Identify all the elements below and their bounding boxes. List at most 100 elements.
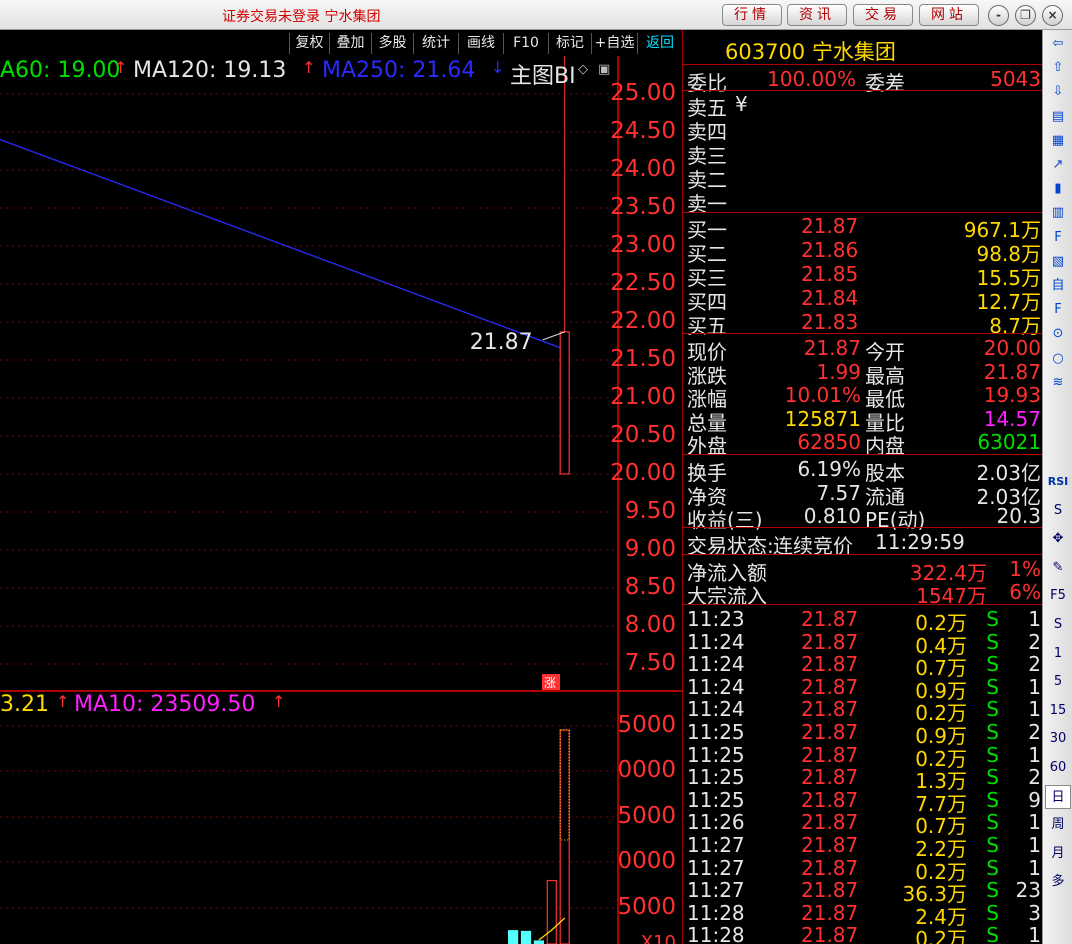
tick-price: 21.87	[801, 607, 859, 631]
tick-side: S	[986, 833, 999, 857]
flow-percent: 1%	[1009, 557, 1041, 581]
flow-row: 净流入额 322.4万 1%	[683, 557, 1043, 585]
stat-value: 125871	[784, 406, 861, 431]
chart-icon[interactable]: ⊙	[1045, 322, 1071, 346]
stat-value: 19.93	[983, 383, 1041, 407]
grid-icon[interactable]: ▦	[1045, 129, 1071, 153]
price-axis-label: 23.50	[610, 194, 676, 220]
arrow-down-icon[interactable]: ⇩	[1045, 80, 1071, 104]
side-tool-11[interactable]: 日	[1045, 784, 1071, 809]
tick-count: 1	[1028, 810, 1041, 835]
restore-rights-button[interactable]: 复权	[289, 33, 329, 54]
fundamental-value: 20.3	[996, 504, 1041, 528]
side-tool-12[interactable]: 周	[1045, 813, 1071, 837]
quote-button[interactable]: 行情	[722, 4, 782, 26]
tick-row: 11:25 21.87 0.9万 S 2	[683, 720, 1043, 748]
tick-row: 11:25 21.87 1.3万 S 2	[683, 765, 1043, 793]
price-axis-label: 24.00	[610, 156, 676, 182]
arrow-left-icon[interactable]: ⇦	[1045, 32, 1071, 56]
tick-time: 11:23	[687, 607, 745, 631]
minimize-icon[interactable]: -	[988, 5, 1009, 26]
flow-row: 大宗流入 1547万 6%	[683, 580, 1043, 608]
overlay-button[interactable]: 叠加	[329, 33, 371, 54]
f10-button[interactable]: F10	[503, 33, 548, 54]
tick-time: 11:25	[687, 742, 745, 767]
add-watchlist-button[interactable]: +自选	[591, 33, 637, 54]
fundamental-value: 7.57	[816, 480, 861, 505]
side-tool-8[interactable]: 15	[1045, 699, 1071, 723]
price-axis: 25.00 24.50 24.00 23.50 23.00 22.50 22.00 21.50…	[610, 56, 682, 690]
fundamental-value: 0.810	[803, 504, 861, 528]
settings-diamond-icon[interactable]: ◇	[578, 62, 588, 77]
side-tool-0[interactable]: RSI	[1045, 470, 1071, 494]
line-chart-icon[interactable]: ↗	[1045, 153, 1071, 177]
toggle-panel-icon[interactable]: ▣	[598, 62, 610, 77]
fund-icon[interactable]: F	[1045, 226, 1071, 250]
stat-value: 1.99	[816, 359, 861, 384]
price-axis-label: 22.50	[610, 270, 676, 296]
side-tool-2[interactable]: ✥	[1045, 527, 1071, 551]
kline-icon[interactable]: ▮	[1045, 177, 1071, 201]
website-button[interactable]: 网站	[919, 4, 979, 26]
limit-up-badge-text: 涨	[544, 675, 556, 690]
price-axis-label: 21.50	[610, 346, 676, 372]
multi-stock-button[interactable]: 多股	[371, 33, 413, 54]
close-icon[interactable]: ×	[1042, 5, 1063, 26]
volume-axis-label: 5000	[617, 803, 676, 829]
mark-button[interactable]: 标记	[548, 33, 591, 54]
circle-icon[interactable]: ○	[1045, 347, 1071, 371]
price-axis-label: 9.50	[624, 498, 676, 524]
news-button[interactable]: 资讯	[787, 4, 847, 26]
window-title: 证券交易未登录 宁水集团	[222, 9, 381, 25]
restore-icon[interactable]: ❐	[1015, 5, 1036, 26]
arrow-up-icon[interactable]: ⇧	[1045, 56, 1071, 80]
tick-time: 11:24	[687, 629, 745, 654]
side-tool-4[interactable]: F5	[1045, 584, 1071, 608]
tick-price: 21.87	[801, 810, 859, 835]
tick-price: 21.87	[801, 674, 859, 699]
side-tool-9[interactable]: 30	[1045, 727, 1071, 751]
side-tool-7[interactable]: 5	[1045, 670, 1071, 694]
tick-side: S	[986, 720, 999, 744]
tick-row: 11:27 21.87 2.2万 S 1	[683, 833, 1043, 861]
volume-chart[interactable]	[0, 690, 682, 944]
f10-info-icon[interactable]: ▤	[1045, 105, 1071, 129]
trade-button[interactable]: 交易	[853, 4, 913, 26]
side-tool-3[interactable]: ✎	[1045, 556, 1071, 580]
self-icon[interactable]: 自	[1045, 274, 1071, 298]
side-tool-10[interactable]: 60	[1045, 756, 1071, 780]
side-tool-13[interactable]: 月	[1045, 842, 1071, 866]
tick-count: 3	[1028, 900, 1041, 925]
sell-level-row: 卖一	[683, 188, 1043, 216]
statistics-button[interactable]: 统计	[413, 33, 458, 54]
wave-icon[interactable]: ≋	[1045, 371, 1071, 395]
stat-row: 总量 125871 量比 14.57	[683, 406, 1043, 435]
ma10-volume-label: MA10: 23509.50	[74, 692, 256, 717]
tick-price: 21.87	[801, 923, 859, 944]
list-icon[interactable]: ▥	[1045, 201, 1071, 225]
buy-level-label: 买五	[687, 314, 727, 338]
stock-title: 603700 宁水集团	[725, 40, 896, 64]
price-axis-label: 21.00	[610, 384, 676, 410]
tick-time: 11:25	[687, 765, 745, 790]
tick-row: 11:27 21.87 36.3万 S 23	[683, 878, 1043, 906]
draw-line-button[interactable]: 画线	[458, 33, 503, 54]
high-price-label: 21.87	[470, 330, 533, 355]
news-icon[interactable]: ▧	[1045, 250, 1071, 274]
tick-price: 21.87	[801, 878, 859, 903]
price-axis-label: 25.00	[610, 80, 676, 106]
kline-chart[interactable]: 21.8717.51涨	[0, 56, 620, 690]
side-tool-5[interactable]: S	[1045, 613, 1071, 637]
back-button[interactable]: 返回	[637, 33, 682, 54]
side-tool-14[interactable]: 多	[1045, 870, 1071, 894]
price-axis-label: 20.00	[610, 460, 676, 486]
stat-value: 10.01%	[784, 383, 861, 407]
side-tool-6[interactable]: 1	[1045, 642, 1071, 666]
side-tool-1[interactable]: S	[1045, 499, 1071, 523]
ma250-label: MA250: 21.64	[322, 58, 476, 83]
main-chart-label[interactable]: 主图BI	[510, 58, 576, 88]
fiz-icon[interactable]: F	[1045, 298, 1071, 322]
quote-panel: 603700 宁水集团 委比 100.00% 委差 5043 卖五 ¥ 卖四 卖三 卖二…	[682, 30, 1043, 944]
side-toolbar: ⇦ ⇧ ⇩ ▤ ▦ ↗ ▮ ▥ F ▧ 自 F ⊙ ○ ≋ RSI S ✥ ✎ F5 S 1 5 15 30 60 日周月多	[1042, 30, 1072, 944]
stat-value: 20.00	[983, 336, 1041, 360]
